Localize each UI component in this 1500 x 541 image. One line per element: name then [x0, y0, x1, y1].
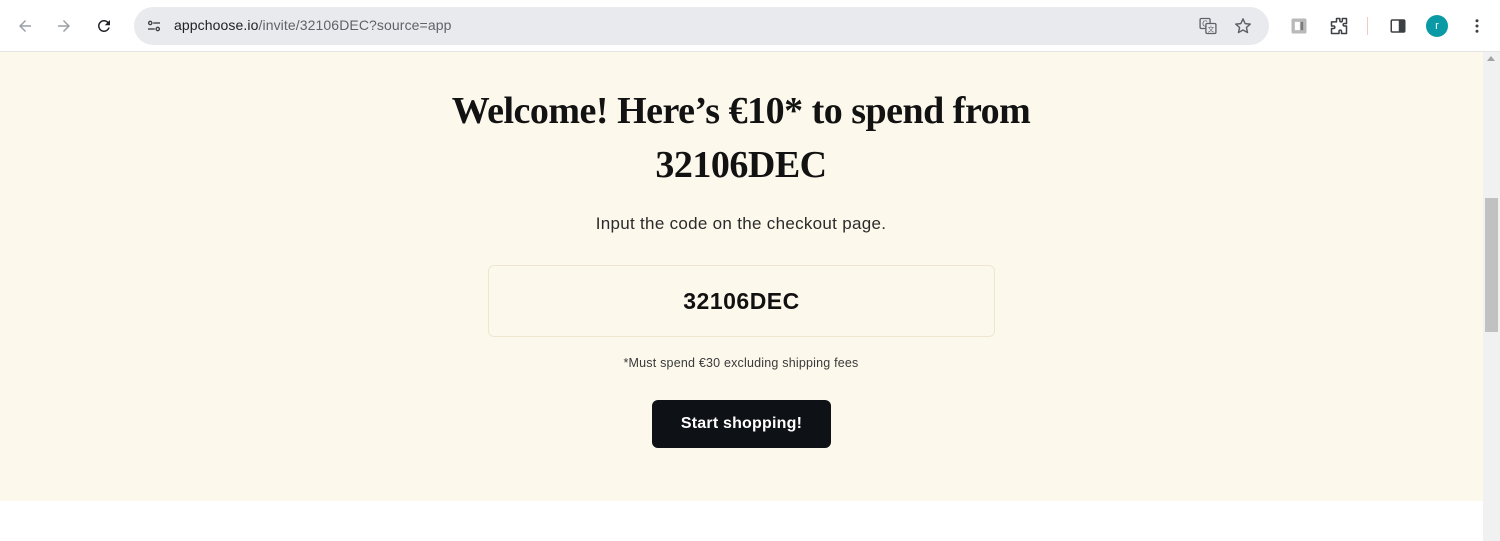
terms-note: *Must spend €30 excluding shipping fees: [623, 356, 859, 370]
scroll-thumb[interactable]: [1485, 198, 1498, 332]
extension-icon[interactable]: [1285, 12, 1313, 40]
url-path: /invite/32106DEC?source=app: [258, 17, 452, 33]
star-icon[interactable]: [1231, 14, 1255, 38]
forward-arrow-icon[interactable]: [50, 12, 78, 40]
puzzle-icon[interactable]: [1325, 12, 1353, 40]
invite-hero: Welcome! Here’s €10* to spend from 32106…: [0, 52, 1483, 501]
page-scrollbar[interactable]: [1483, 52, 1500, 541]
instruction-text: Input the code on the checkout page.: [595, 214, 887, 233]
url-text[interactable]: appchoose.io/invite/32106DEC?source=app: [174, 17, 452, 33]
translate-icon[interactable]: G 文: [1196, 14, 1220, 38]
svg-text:文: 文: [1208, 24, 1215, 33]
toolbar-divider: [1367, 17, 1368, 35]
profile-avatar[interactable]: r: [1426, 15, 1448, 37]
url-domain: appchoose.io: [174, 17, 259, 33]
page-content: Welcome! Here’s €10* to spend from 32106…: [0, 52, 1483, 541]
kebab-menu-icon[interactable]: [1463, 12, 1491, 40]
reload-icon[interactable]: [90, 12, 118, 40]
start-shopping-button[interactable]: Start shopping!: [652, 400, 831, 448]
address-bar[interactable]: appchoose.io/invite/32106DEC?source=app …: [134, 7, 1269, 45]
site-settings-icon[interactable]: [142, 14, 166, 38]
browser-toolbar: appchoose.io/invite/32106DEC?source=app …: [0, 0, 1500, 52]
promo-code-box[interactable]: 32106DEC: [488, 265, 995, 337]
back-arrow-icon[interactable]: [11, 12, 39, 40]
scroll-up-arrow-icon[interactable]: [1487, 56, 1495, 61]
page-title: Welcome! Here’s €10* to spend from 32106…: [451, 90, 1031, 186]
side-panel-icon[interactable]: [1384, 12, 1412, 40]
